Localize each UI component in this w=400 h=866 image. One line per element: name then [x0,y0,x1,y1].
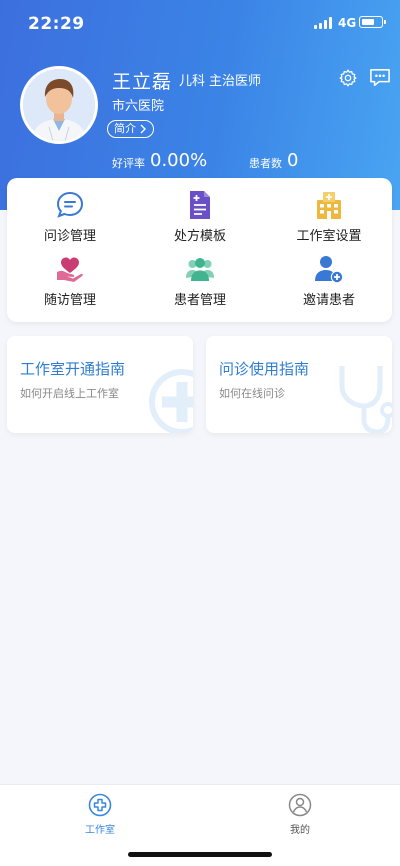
invite-user-icon [315,256,344,284]
patients-value: 0 [287,150,299,171]
menu-item-invite[interactable]: 邀请患者 [274,254,384,314]
tab-studio[interactable]: 工作室 [60,793,140,837]
hospital-building-icon [317,192,341,219]
menu-label: 邀请患者 [302,293,355,308]
studio-guide-card[interactable]: 工作室开通指南 如何开启线上工作室 [7,336,193,433]
signal-icon [314,17,334,29]
doctor-hospital: 市六医院 [112,99,165,114]
tab-label: 我的 [290,825,310,836]
menu-grid: 问诊管理 处方模板 工作室设置 随访管理 患者管理 邀请患者 [7,178,392,322]
menu-label: 随访管理 [43,293,96,308]
tab-label: 工作室 [85,825,115,836]
intro-button[interactable]: 简介 [107,120,154,138]
consultation-guide-card[interactable]: 问诊使用指南 如何在线问诊 [206,336,392,433]
chat-bubble-icon [56,191,84,218]
guide-subtitle: 如何开启线上工作室 [20,387,119,400]
gear-icon[interactable] [338,68,358,88]
intro-label: 简介 [114,122,136,135]
status-time: 22:29 [28,14,85,34]
menu-item-studio-settings[interactable]: 工作室设置 [274,190,384,250]
network-type: 4G [338,16,357,30]
menu-item-followup[interactable]: 随访管理 [15,254,125,314]
guide-subtitle: 如何在线问诊 [219,387,285,400]
patients-label: 患者数 [249,157,282,170]
chevron-right-icon [140,124,146,134]
doctor-department: 儿科 [179,74,206,89]
guide-title: 工作室开通指南 [20,360,126,378]
rating-label: 好评率 [112,157,145,170]
user-group-icon [186,258,214,281]
battery-icon [359,16,386,28]
guide-title: 问诊使用指南 [219,360,310,378]
menu-item-patients[interactable]: 患者管理 [145,254,255,314]
menu-label: 患者管理 [173,293,226,308]
user-icon [288,793,312,817]
medical-cross-icon [88,793,112,817]
menu-label: 工作室设置 [296,229,362,244]
doctor-title: 主治医师 [209,74,262,89]
status-bar: 22:29 4G [0,0,400,46]
rating-value: 0.00% [150,150,208,171]
avatar[interactable] [20,66,98,144]
menu-item-consultation[interactable]: 问诊管理 [15,190,125,250]
message-icon[interactable] [369,68,391,88]
menu-item-prescription[interactable]: 处方模板 [145,190,255,250]
menu-label: 处方模板 [173,229,226,244]
heart-hand-icon [57,257,83,282]
medical-cross-icon [149,369,193,433]
document-plus-icon [190,191,210,219]
home-indicator [128,852,272,857]
tab-mine[interactable]: 我的 [260,793,340,837]
stethoscope-icon [339,366,392,433]
menu-label: 问诊管理 [43,229,96,244]
doctor-name: 王立磊 [112,71,173,93]
